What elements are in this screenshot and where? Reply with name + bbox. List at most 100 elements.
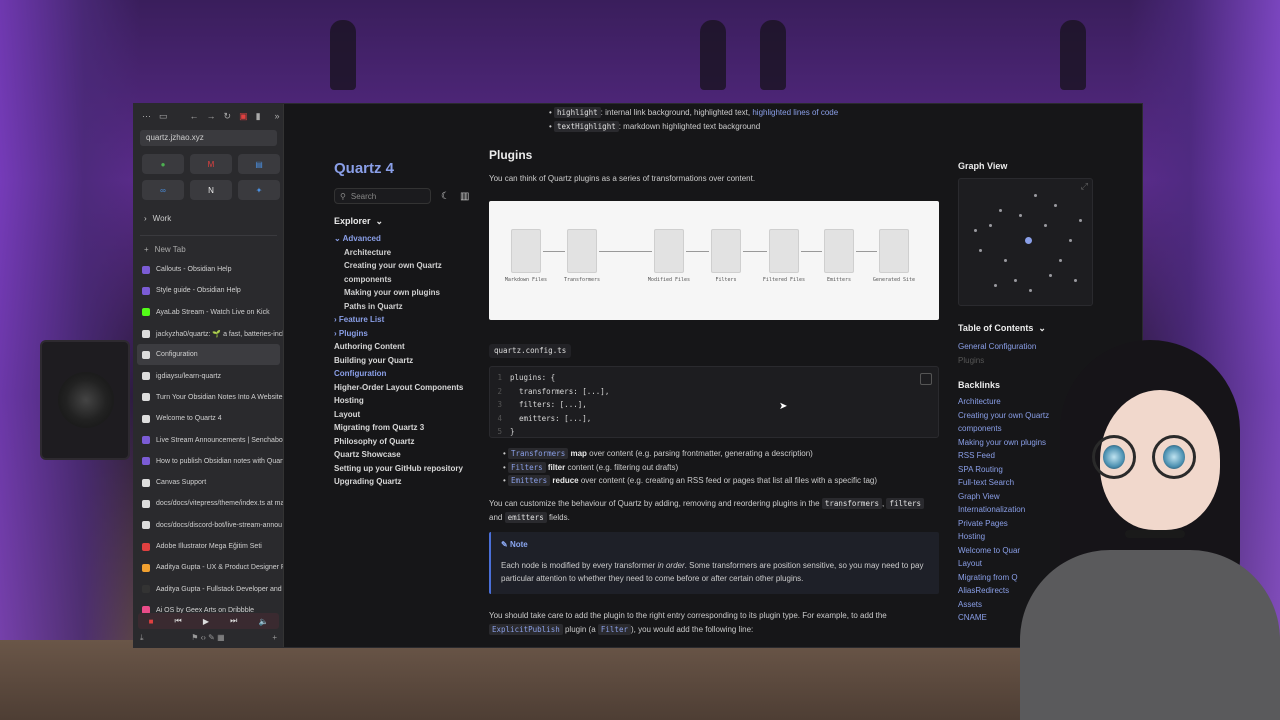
avatar-hoodie (1020, 550, 1280, 720)
youtube-icon[interactable]: ▣ (239, 111, 248, 122)
explorer-item[interactable]: components (334, 273, 494, 287)
graph-node[interactable] (1074, 279, 1077, 282)
reader-mode-icon[interactable]: ▥ (460, 191, 469, 202)
browser-tab[interactable]: Live Stream Announcements | Senchabot (134, 429, 283, 450)
graph-node[interactable] (1034, 194, 1037, 197)
library-icon[interactable]: ⚑ ‹› ✎ ▦ (191, 633, 224, 647)
next-track-icon[interactable]: ⏭ (230, 616, 237, 626)
explorer-item[interactable]: Higher-Order Layout Components (334, 381, 494, 395)
panel-icon[interactable]: ▭ (159, 111, 168, 122)
graph-node[interactable] (1044, 224, 1047, 227)
browser-tab[interactable]: docs/docs/vitepress/theme/index.ts at ma (134, 493, 283, 514)
inline-code: transformers (821, 498, 882, 509)
explorer-item[interactable]: Making your own plugins (334, 286, 494, 300)
explorer-item[interactable]: Quartz Showcase (334, 448, 494, 462)
gmail-pin-icon[interactable]: M (190, 154, 232, 174)
code-line: 5} (490, 425, 938, 439)
collapse-icon[interactable]: » (275, 111, 280, 121)
volume-icon[interactable]: 🔈 (258, 617, 268, 626)
explorer-item[interactable]: Layout (334, 408, 494, 422)
graph-node[interactable] (989, 224, 992, 227)
inline-link[interactable]: Filters (508, 461, 546, 473)
graph-node[interactable] (1049, 274, 1052, 277)
text: You can customize the behaviour of Quart… (489, 499, 820, 508)
explorer-item[interactable]: Authoring Content (334, 340, 494, 354)
explorer-item[interactable]: Architecture (334, 246, 494, 260)
extension-icon[interactable]: ▮ (256, 111, 261, 122)
explorer-toggle[interactable]: Explorer ⌄ (334, 216, 383, 227)
graph-node[interactable] (974, 229, 977, 232)
explorer-folder[interactable]: › Plugins (334, 327, 494, 341)
browser-tab[interactable]: Configuration (137, 344, 280, 366)
graph-node[interactable] (1079, 219, 1082, 222)
explorer-folder[interactable]: › Feature List (334, 313, 494, 327)
graph-node[interactable] (999, 209, 1002, 212)
search-input[interactable]: ⚲ Search (334, 188, 431, 204)
bold-verb: reduce (552, 476, 579, 485)
text: ), you would add the following line: (630, 625, 754, 634)
graph-node[interactable] (1059, 259, 1062, 262)
notion-pin-icon[interactable]: N (190, 180, 232, 200)
graph-node[interactable] (1054, 204, 1057, 207)
explorer-item[interactable]: Paths in Quartz (334, 300, 494, 314)
explorer-item[interactable]: Upgrading Quartz (334, 475, 494, 489)
browser-tab[interactable]: Turn Your Obsidian Notes Into A Website (134, 387, 283, 408)
browser-tab[interactable]: igdiaysu/learn-quartz (134, 365, 283, 386)
graph-node[interactable] (1004, 259, 1007, 262)
url-bar[interactable]: quartz.jzhao.xyz (140, 130, 277, 146)
chrome-pin-icon[interactable]: ● (142, 154, 184, 174)
back-icon[interactable]: ← (190, 111, 199, 121)
explorer-item[interactable]: Building your Quartz (334, 354, 494, 368)
graph-node[interactable] (979, 249, 982, 252)
graph-node[interactable] (994, 284, 997, 287)
reload-icon[interactable]: ↻ (224, 111, 232, 122)
gemini-pin-icon[interactable]: ✦ (238, 180, 280, 200)
browser-tab[interactable]: Welcome to Quartz 4 (134, 408, 283, 429)
dark-mode-icon[interactable]: ☾ (441, 191, 450, 202)
browser-tab[interactable]: jackyzha0/quartz: 🌱 a fast, batteries-in… (134, 323, 283, 344)
sidebar-folder-work[interactable]: › Work (134, 206, 283, 231)
site-title[interactable]: Quartz 4 (334, 160, 394, 177)
inline-link[interactable]: highlighted lines of code (752, 108, 838, 117)
explorer-item[interactable]: Setting up your GitHub repository (334, 462, 494, 476)
inline-link[interactable]: Filter (597, 624, 631, 635)
graph-node[interactable] (1025, 237, 1032, 244)
inline-link[interactable]: Transformers (508, 448, 569, 459)
new-tab-button[interactable]: + New Tab (134, 240, 283, 259)
graph-node[interactable] (1014, 279, 1017, 282)
meta-pin-icon[interactable]: ∞ (142, 180, 184, 200)
graph-node[interactable] (1019, 214, 1022, 217)
explorer-item[interactable]: Configuration (334, 367, 494, 381)
add-icon[interactable]: + (272, 633, 277, 647)
browser-tab[interactable]: docs/docs/discord-bot/live-stream-annou (134, 515, 283, 536)
docs-pin-icon[interactable]: ▤ (238, 154, 280, 174)
play-icon[interactable]: ▶ (203, 617, 209, 626)
mouse-cursor: ➤ (779, 401, 788, 412)
browser-tab[interactable]: AyaLab Stream - Watch Live on Kick (134, 302, 283, 323)
download-icon[interactable]: ⤓ (140, 633, 144, 647)
inline-link[interactable]: Emitters (508, 475, 551, 486)
expand-icon[interactable]: ⤢ (1081, 181, 1088, 192)
diagram-stage (824, 229, 854, 273)
explorer-item[interactable]: Philosophy of Quartz (334, 435, 494, 449)
explorer-item[interactable]: Migrating from Quartz 3 (334, 421, 494, 435)
graph-node[interactable] (1069, 239, 1072, 242)
browser-tab[interactable]: Aaditya Gupta - Fullstack Developer and … (134, 578, 283, 599)
explorer-folder[interactable]: ⌄ Advanced (334, 232, 494, 246)
browser-tab[interactable]: Aaditya Gupta - UX & Product Designer P (134, 557, 283, 578)
previous-track-icon[interactable]: ⏮ (175, 616, 182, 626)
graph-node[interactable] (1029, 289, 1032, 292)
graph-view[interactable]: ⤢ (958, 178, 1093, 306)
sidebar-toggle-icon[interactable]: ⋯ (142, 111, 151, 122)
forward-icon[interactable]: → (207, 111, 216, 121)
browser-tab[interactable]: How to publish Obsidian notes with Quart… (134, 451, 283, 472)
explorer-item[interactable]: Hosting (334, 394, 494, 408)
browser-tab[interactable]: Style guide - Obsidian Help (134, 280, 283, 301)
inline-link[interactable]: ExplicitPublish (489, 624, 563, 635)
diagram-arrow (743, 251, 767, 252)
copy-icon[interactable] (920, 373, 932, 385)
browser-tab[interactable]: Callouts - Obsidian Help (134, 259, 283, 280)
explorer-item[interactable]: Creating your own Quartz (334, 259, 494, 273)
browser-tab[interactable]: Canvas Support (134, 472, 283, 493)
browser-tab[interactable]: Adobe Illustrator Mega Eğitim Seti (134, 536, 283, 557)
